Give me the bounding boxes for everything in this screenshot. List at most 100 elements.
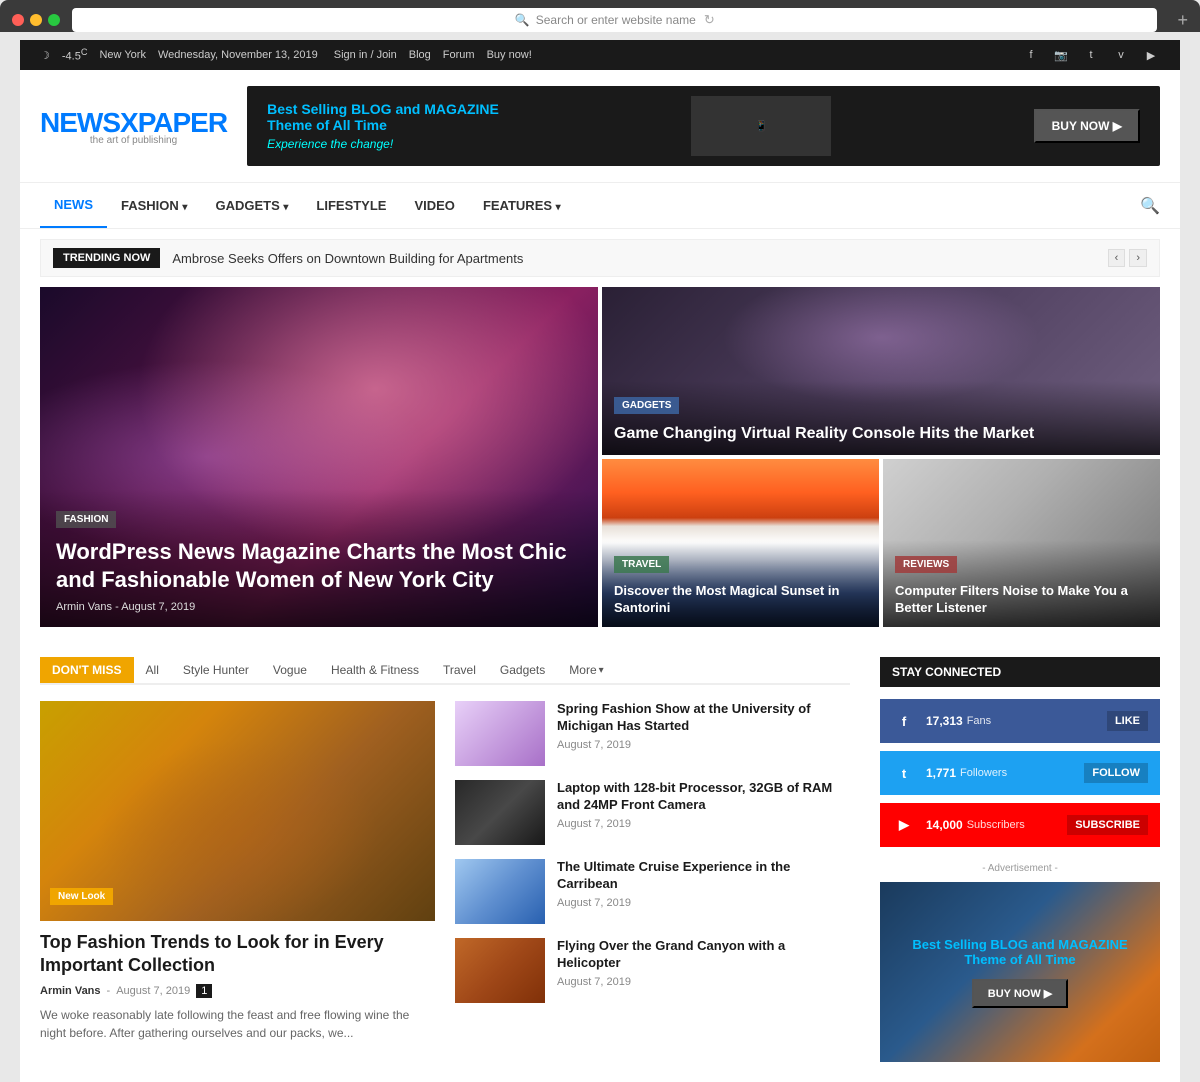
list-item[interactable]: Spring Fashion Show at the University of… [455,701,850,766]
banner-text: Best Selling BLOG and MAGAZINE Theme of … [267,101,499,151]
youtube-icon: ▶ [892,813,916,837]
twitter-action[interactable]: FOLLOW [1084,763,1148,783]
search-icon[interactable]: 🔍 [1140,196,1160,216]
hero-section: FASHION WordPress News Magazine Charts t… [40,287,1160,627]
tab-all[interactable]: All [134,657,171,683]
facebook-count: 17,313 [926,714,963,728]
article-info: Spring Fashion Show at the University of… [557,701,850,766]
signin-link[interactable]: Sign in / Join [334,49,397,61]
article-thumb [455,701,545,766]
new-tab-button[interactable]: + [1177,10,1188,31]
hero-travel-article[interactable]: TRAVEL Discover the Most Magical Sunset … [602,459,879,627]
twitter-row[interactable]: t 1,771 Followers FOLLOW [880,751,1160,795]
trending-next[interactable]: › [1129,249,1147,267]
hero-travel-overlay: TRAVEL Discover the Most Magical Sunset … [602,540,879,627]
sidebar-ad-btn[interactable]: BUY NOW ▶ [972,979,1068,1008]
trending-label: TRENDING NOW [53,248,160,268]
logo-x: X [120,107,138,138]
twitter-icon: t [892,761,916,785]
youtube-label: Subscribers [967,819,1025,831]
header-banner[interactable]: Best Selling BLOG and MAGAZINE Theme of … [247,86,1160,166]
tab-vogue[interactable]: Vogue [261,657,319,683]
hero-gadgets-badge: GADGETS [614,397,679,414]
dont-miss-section: DON'T MISS All Style Hunter Vogue Health… [40,657,1160,1062]
hero-reviews-title: Computer Filters Noise to Make You a Bet… [895,583,1148,617]
nav-fashion[interactable]: FASHION ▾ [107,184,201,227]
list-item[interactable]: Flying Over the Grand Canyon with a Heli… [455,938,850,1003]
hero-main-meta: Armin Vans - August 7, 2019 [56,601,582,613]
facebook-icon[interactable]: f [1022,46,1040,64]
tab-health-fitness[interactable]: Health & Fitness [319,657,431,683]
article-info: The Ultimate Cruise Experience in the Ca… [557,859,850,924]
hero-main-badge: FASHION [56,511,116,528]
vimeo-icon[interactable]: v [1112,46,1130,64]
list-item[interactable]: The Ultimate Cruise Experience in the Ca… [455,859,850,924]
featured-comment-count: 1 [196,984,212,998]
facebook-action[interactable]: LIKE [1107,711,1148,731]
logo-paper: PAPER [138,107,227,138]
nav-video[interactable]: VIDEO [400,184,468,227]
nav-items: NEWS FASHION ▾ GADGETS ▾ LIFESTYLE VIDEO… [40,183,1140,228]
nav-news[interactable]: NEWS [40,183,107,228]
sidebar-ad-heading: Best Selling BLOG and MAGAZINE Theme of … [912,937,1127,967]
sidebar: STAY CONNECTED f 17,313 Fans LIKE t 1,77… [880,657,1160,1062]
forum-link[interactable]: Forum [443,49,475,61]
close-button[interactable] [12,14,24,26]
ad-label: - Advertisement - [880,863,1160,874]
article-list: Spring Fashion Show at the University of… [455,701,850,1042]
minimize-button[interactable] [30,14,42,26]
section-tabs: All Style Hunter Vogue Health & Fitness … [134,657,616,683]
facebook-row[interactable]: f 17,313 Fans LIKE [880,699,1160,743]
sidebar-advertisement[interactable]: Best Selling BLOG and MAGAZINE Theme of … [880,882,1160,1062]
temperature: -4.5C [62,47,88,63]
dont-miss-label: DON'T MISS [40,657,134,683]
banner-sub: Experience the change! [267,137,499,151]
trending-arrows: ‹ › [1108,249,1147,267]
article-date: August 7, 2019 [557,897,850,909]
article-date: August 7, 2019 [557,818,850,830]
nav-features[interactable]: FEATURES ▾ [469,184,575,227]
nav-lifestyle[interactable]: LIFESTYLE [302,184,400,227]
date: Wednesday, November 13, 2019 [158,49,318,61]
logo[interactable]: NEWSXPAPER the art of publishing [40,107,227,146]
maximize-button[interactable] [48,14,60,26]
youtube-icon[interactable]: ▶ [1142,46,1160,64]
address-bar[interactable]: 🔍 Search or enter website name ↻ [72,8,1157,32]
article-date: August 7, 2019 [557,739,850,751]
trending-bar: TRENDING NOW Ambrose Seeks Offers on Dow… [40,239,1160,277]
twitter-icon[interactable]: t [1082,46,1100,64]
social-links: f 📷 t v ▶ [1022,46,1160,64]
main-navigation: NEWS FASHION ▾ GADGETS ▾ LIFESTYLE VIDEO… [20,182,1180,229]
tab-more[interactable]: More ▾ [557,657,615,683]
article-title: Flying Over the Grand Canyon with a Heli… [557,938,850,972]
twitter-count: 1,771 [926,766,956,780]
hero-right: GADGETS Game Changing Virtual Reality Co… [602,287,1160,627]
hero-main-overlay: FASHION WordPress News Magazine Charts t… [40,489,598,627]
hero-reviews-article[interactable]: REVIEWS Computer Filters Noise to Make Y… [883,459,1160,627]
youtube-action[interactable]: SUBSCRIBE [1067,815,1148,835]
tab-style-hunter[interactable]: Style Hunter [171,657,261,683]
facebook-label: Fans [967,715,991,727]
blog-link[interactable]: Blog [409,49,431,61]
hero-main-article[interactable]: FASHION WordPress News Magazine Charts t… [40,287,598,627]
nav-gadgets[interactable]: GADGETS ▾ [201,184,302,227]
buynow-link[interactable]: Buy now! [487,49,532,61]
hero-bottom-row: TRAVEL Discover the Most Magical Sunset … [602,459,1160,627]
banner-buy-btn[interactable]: BUY NOW ▶ [1034,109,1140,143]
top-bar-left: ☽ -4.5C New York Wednesday, November 13,… [40,47,318,63]
twitter-label: Followers [960,767,1007,779]
list-item[interactable]: Laptop with 128-bit Processor, 32GB of R… [455,780,850,845]
content-area: FASHION WordPress News Magazine Charts t… [20,287,1180,1082]
stay-connected: STAY CONNECTED f 17,313 Fans LIKE t 1,77… [880,657,1160,1062]
instagram-icon[interactable]: 📷 [1052,46,1070,64]
dont-miss-main: DON'T MISS All Style Hunter Vogue Health… [40,657,850,1062]
trending-prev[interactable]: ‹ [1108,249,1126,267]
weather-icon: ☽ [40,49,50,62]
hero-top-right-article[interactable]: GADGETS Game Changing Virtual Reality Co… [602,287,1160,455]
youtube-row[interactable]: ▶ 14,000 Subscribers SUBSCRIBE [880,803,1160,847]
hero-reviews-overlay: REVIEWS Computer Filters Noise to Make Y… [883,540,1160,627]
dont-miss-content: New Look Top Fashion Trends to Look for … [40,701,850,1042]
tab-travel[interactable]: Travel [431,657,488,683]
featured-article[interactable]: New Look Top Fashion Trends to Look for … [40,701,435,1042]
tab-gadgets[interactable]: Gadgets [488,657,557,683]
